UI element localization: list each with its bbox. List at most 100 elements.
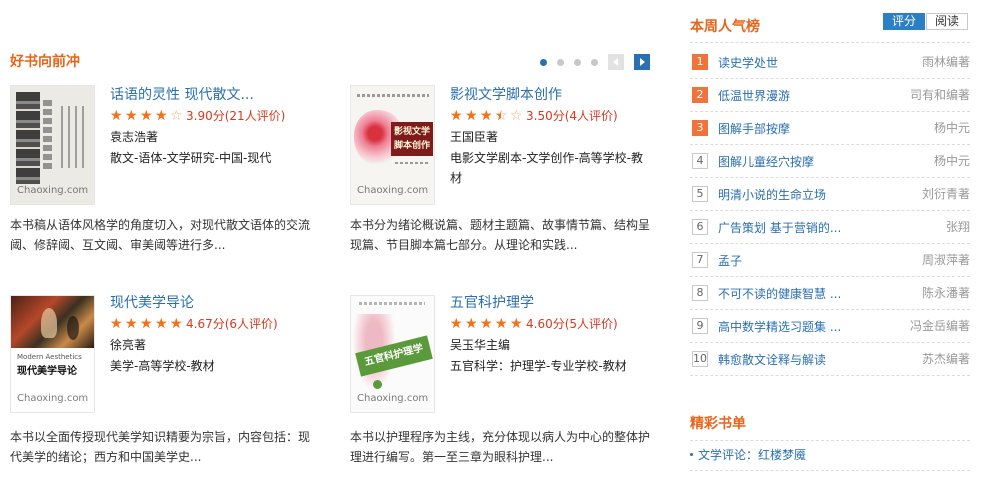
list-item: 6 广告策划 基于营销的... 张翔	[690, 211, 970, 244]
chevron-right-icon	[640, 58, 645, 66]
book-cover[interactable]: 影视文学 脚本创作 Chaoxing.com	[350, 85, 435, 205]
star-icon: ☆★	[125, 109, 138, 123]
list-item: 3 图解手部按摩 杨中元	[690, 112, 970, 145]
book-category: 美学-高等学校-教材	[110, 359, 215, 373]
rank-author: 司有和编著	[909, 88, 970, 102]
star-icon: ☆★	[510, 109, 523, 123]
rank-title-link[interactable]: 低温世界漫游	[718, 87, 790, 104]
list-item: 9 高中数学精选习题集 ... 冯金岳编著	[690, 310, 970, 343]
list-item: 2 低温世界漫游 司有和编著	[690, 79, 970, 112]
book-title-link[interactable]: 影视文学脚本创作	[450, 85, 650, 105]
book-score: 3.50分(4人评价)	[526, 109, 618, 123]
carousel-dot[interactable]	[591, 59, 598, 66]
booklist-link[interactable]: 文学评论：红楼梦魇	[698, 446, 806, 463]
rank-author: 杨中元	[933, 121, 970, 135]
ranking-list: 1 读史学处世 雨林编著 2 低温世界漫游 司有和编著 3 图解手部按摩 杨中元…	[690, 46, 970, 376]
bullet-icon	[690, 452, 693, 456]
star-icon: ☆★	[465, 317, 478, 331]
cover-artwork	[373, 380, 382, 389]
rank-title-link[interactable]: 图解儿童经穴按摩	[718, 153, 814, 170]
rank-title-link[interactable]: 高中数学精选习题集 ...	[718, 318, 841, 335]
divider	[690, 470, 970, 471]
book-author: 袁志浩著	[110, 130, 159, 144]
book-title-link[interactable]: 话语的灵性 现代散文...	[110, 85, 310, 105]
book-description: 本书以护理程序为主线，充分体现以病人为中心的整体护理进行编写。第一至三章为眼科护…	[350, 430, 651, 464]
star-rating: ☆★☆★☆★☆★☆★	[450, 317, 525, 331]
carousel-dot[interactable]	[574, 59, 581, 66]
rank-title-link[interactable]: 读史学处世	[718, 54, 778, 71]
rank-title-link[interactable]: 韩愈散文诠释与解读	[718, 351, 826, 368]
book-author: 徐亮著	[110, 338, 147, 352]
rank-title-link[interactable]: 图解手部按摩	[718, 120, 790, 137]
cover-title-line: 影视文学	[393, 127, 430, 137]
cover-artwork	[61, 106, 89, 168]
star-icon: ☆★	[495, 317, 508, 331]
star-icon: ☆★	[480, 109, 493, 123]
star-icon: ☆★	[155, 109, 168, 123]
ranking-tabs: 评分 阅读	[883, 13, 968, 30]
rank-title-link[interactable]: 不可不读的健康智慧 ...	[718, 285, 841, 302]
carousel-next-button[interactable]	[634, 54, 650, 70]
book-description: 本书分为绪论概说篇、题材主题篇、故事情节篇、结构呈现篇、节目脚本篇七部分。从理论…	[350, 218, 651, 252]
rank-author: 苏杰编著	[921, 352, 970, 366]
book-cover[interactable]: Modern Aesthetics 现代美学导论 Chaoxing.com	[10, 295, 95, 413]
book-rating: ☆ ★ ☆ ★ ☆ ★ ☆ ★ ☆ ★ 4.67分(6人评价)	[110, 313, 310, 335]
rank-author: 杨中元	[933, 154, 970, 168]
tab-reading[interactable]: 阅读	[926, 13, 968, 30]
cover-artwork	[43, 100, 52, 170]
divider	[690, 440, 970, 441]
rank-badge: 5	[692, 186, 708, 202]
book-score: 4.67分(6人评价)	[186, 317, 278, 331]
rank-title-link[interactable]: 明清小说的生命立场	[718, 186, 826, 203]
rank-badge: 4	[692, 153, 708, 169]
book-title-link[interactable]: 五官科护理学	[450, 293, 650, 313]
book-cover[interactable]: Chaoxing.com	[10, 85, 95, 205]
cover-artwork	[395, 162, 429, 164]
rank-badge: 1	[692, 54, 708, 70]
book-cover[interactable]: 五官科护理学 Chaoxing.com	[350, 295, 435, 413]
star-icon: ☆★	[155, 317, 168, 331]
star-icon: ☆★	[125, 317, 138, 331]
carousel-dot[interactable]	[540, 59, 547, 66]
rank-badge: 8	[692, 285, 708, 301]
rank-author: 周淑萍著	[921, 253, 970, 267]
book-category: 电影文学剧本-文学创作-高等学校-教材	[450, 151, 643, 185]
carousel-prev-button[interactable]	[608, 54, 624, 70]
carousel-dot[interactable]	[557, 59, 564, 66]
rank-badge: 6	[692, 219, 708, 235]
cover-artwork	[359, 302, 425, 305]
cover-watermark: Chaoxing.com	[17, 185, 89, 196]
star-icon: ☆★	[465, 109, 478, 123]
star-icon: ☆★	[450, 109, 463, 123]
list-item: 4 图解儿童经穴按摩 杨中元	[690, 145, 970, 178]
rank-title-link[interactable]: 孟子	[718, 252, 742, 269]
list-item: 7 孟子 周淑萍著	[690, 244, 970, 277]
ranking-title: 本周人气榜	[690, 19, 760, 35]
cover-watermark: Chaoxing.com	[357, 393, 429, 404]
rank-author: 冯金岳编著	[909, 319, 970, 333]
list-item: 10 韩愈散文诠释与解读 苏杰编著	[690, 343, 970, 376]
star-icon: ☆★	[480, 317, 493, 331]
cover-artwork	[16, 92, 40, 184]
book-info: 五官科护理学 ☆ ★ ☆ ★ ☆ ★ ☆ ★ ☆ ★ 4.60分(5人评价) 吴玉华主编 五官科学…	[450, 293, 650, 376]
featured-section-title: 好书向前冲	[10, 54, 80, 70]
cover-subtitle: Modern Aesthetics	[17, 353, 82, 361]
tab-rating[interactable]: 评分	[883, 13, 925, 30]
book-info: 现代美学导论 ☆ ★ ☆ ★ ☆ ★ ☆ ★ ☆ ★ 4.67分(6人评价) 徐亮著 美学-高等学…	[110, 293, 310, 376]
rank-badge: 10	[692, 351, 708, 367]
cover-title-line: 脚本创作	[393, 141, 430, 151]
book-title-link[interactable]: 现代美学导论	[110, 293, 310, 313]
cover-artwork	[41, 308, 57, 338]
rank-badge: 2	[692, 87, 708, 103]
cover-title: 现代美学导论	[17, 366, 77, 377]
list-item: 8 不可不读的健康智慧 ... 陈永潘著	[690, 277, 970, 310]
list-item: 1 读史学处世 雨林编著	[690, 46, 970, 79]
book-rating: ☆ ★ ☆ ★ ☆ ★ ☆ ★ ☆ ★ 4.60分(5人评价)	[450, 313, 650, 335]
star-rating: ☆★☆★☆★☆★☆★	[110, 109, 185, 123]
book-rating: ☆★☆★☆★☆★☆★ 3.90分(21人评价)	[110, 105, 310, 127]
book-author: 吴玉华主编	[450, 338, 511, 352]
chevron-left-icon	[613, 58, 618, 66]
star-icon: ☆★	[140, 109, 153, 123]
book-info: 话语的灵性 现代散文... ☆★☆★☆★☆★☆★ 3.90分(21人评价) 袁志…	[110, 85, 310, 168]
rank-title-link[interactable]: 广告策划 基于营销的...	[718, 219, 841, 236]
